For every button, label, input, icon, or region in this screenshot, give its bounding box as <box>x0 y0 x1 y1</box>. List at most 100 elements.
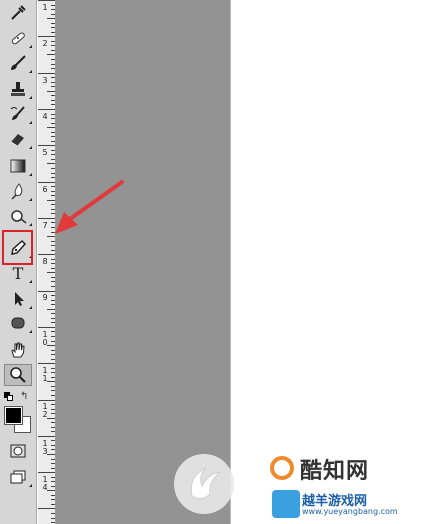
ruler-tick <box>47 200 55 201</box>
ruler-tick <box>51 513 55 514</box>
history-brush-icon <box>10 106 25 120</box>
quick-mask-icon <box>10 444 26 458</box>
ruler-label: 7 <box>42 221 48 230</box>
clone-stamp-tool[interactable] <box>4 78 32 100</box>
blur-tool[interactable] <box>4 180 32 202</box>
submenu-indicator <box>29 306 32 309</box>
watermark-brand-icon <box>270 456 294 480</box>
ruler-tick <box>38 0 55 1</box>
ruler-tick <box>51 504 55 505</box>
ruler-tick <box>51 286 55 287</box>
ruler-tick <box>51 9 55 10</box>
ruler-tick <box>51 45 55 46</box>
type-tool[interactable]: T <box>4 262 32 284</box>
ruler-tick <box>51 95 55 96</box>
canvas-edge-divider <box>230 0 231 524</box>
ruler-tick <box>51 486 55 487</box>
ruler-label: 1 <box>42 3 48 12</box>
ruler-tick <box>51 350 55 351</box>
ruler-tick <box>47 91 55 92</box>
ruler-tick <box>51 481 55 482</box>
ruler-label: 8 <box>42 257 48 266</box>
ruler-tick <box>38 291 55 292</box>
gradient-tool[interactable] <box>4 155 32 177</box>
ruler-tick <box>51 186 55 187</box>
ruler-tick <box>51 268 55 269</box>
ruler-tick <box>51 440 55 441</box>
ruler-label: 2 <box>42 39 48 48</box>
brush-tool[interactable] <box>4 52 32 74</box>
magnifier-icon <box>10 367 26 383</box>
submenu-indicator <box>29 173 32 176</box>
submenu-indicator <box>29 484 32 487</box>
ruler-tick <box>51 259 55 260</box>
ruler-tick <box>51 295 55 296</box>
ruler-tick <box>38 36 55 37</box>
ruler-label: 9 <box>42 293 48 302</box>
ruler-tick <box>51 395 55 396</box>
path-selection-tool[interactable] <box>4 288 32 310</box>
ruler-tick <box>51 68 55 69</box>
ruler-tick <box>51 23 55 24</box>
ruler-tick <box>38 436 55 437</box>
ruler-label: 1 0 <box>42 330 48 347</box>
ruler-tick <box>51 32 55 33</box>
ruler-tick <box>51 468 55 469</box>
ruler-tick <box>38 400 55 401</box>
hand-tool[interactable] <box>4 339 32 361</box>
ruler-tick <box>51 495 55 496</box>
ruler-tick <box>51 104 55 105</box>
ruler-tick <box>51 245 55 246</box>
ruler-tick <box>38 472 55 473</box>
ruler-tick <box>51 390 55 391</box>
swap-colors-icon[interactable]: ↰ <box>20 391 28 402</box>
ruler-tick <box>51 341 55 342</box>
submenu-indicator <box>29 96 32 99</box>
ruler-tick <box>38 327 55 328</box>
ruler-tick <box>51 318 55 319</box>
ruler-tick <box>51 322 55 323</box>
ruler-tick <box>51 77 55 78</box>
history-brush-tool[interactable] <box>4 103 32 125</box>
ruler-tick <box>51 209 55 210</box>
foreground-color-swatch[interactable] <box>4 406 23 425</box>
quick-mask-button[interactable] <box>4 440 32 462</box>
ruler-label: 6 <box>42 185 48 194</box>
ruler-tick <box>51 413 55 414</box>
ruler-tick <box>51 168 55 169</box>
submenu-indicator <box>29 223 32 226</box>
ruler-tick <box>51 386 55 387</box>
document-canvas[interactable] <box>56 0 230 524</box>
eraser-tool[interactable] <box>4 128 32 150</box>
drop-icon <box>11 183 23 200</box>
ruler-tick <box>51 336 55 337</box>
ruler-tick <box>51 354 55 355</box>
ruler-label: 1 3 <box>42 439 48 456</box>
default-colors-icon[interactable] <box>4 392 13 401</box>
shape-tool[interactable] <box>4 312 32 334</box>
dodge-tool[interactable] <box>4 205 32 227</box>
ruler-tick <box>47 127 55 128</box>
healing-brush-tool[interactable] <box>4 27 32 49</box>
ruler-tick <box>51 204 55 205</box>
ruler-tick <box>51 222 55 223</box>
watermark-logo <box>174 454 234 514</box>
ruler-tick <box>51 150 55 151</box>
ruler-tick <box>51 82 55 83</box>
ruler-tick <box>51 281 55 282</box>
ruler-tick <box>51 5 55 6</box>
ruler-tick <box>51 372 55 373</box>
zoom-tool[interactable] <box>4 364 32 386</box>
ruler-tick <box>47 163 55 164</box>
dodge-icon <box>11 210 27 224</box>
ruler-tick <box>51 195 55 196</box>
eyedropper-tool[interactable] <box>4 2 32 24</box>
tools-panel: T ↰ <box>0 0 37 524</box>
screen-mode-button[interactable] <box>4 466 32 488</box>
ruler-tick <box>51 141 55 142</box>
ruler-tick <box>38 182 55 183</box>
ruler-tick <box>51 277 55 278</box>
ruler-tick <box>51 86 55 87</box>
ruler-label: 3 <box>42 76 48 85</box>
ruler-tick <box>51 118 55 119</box>
